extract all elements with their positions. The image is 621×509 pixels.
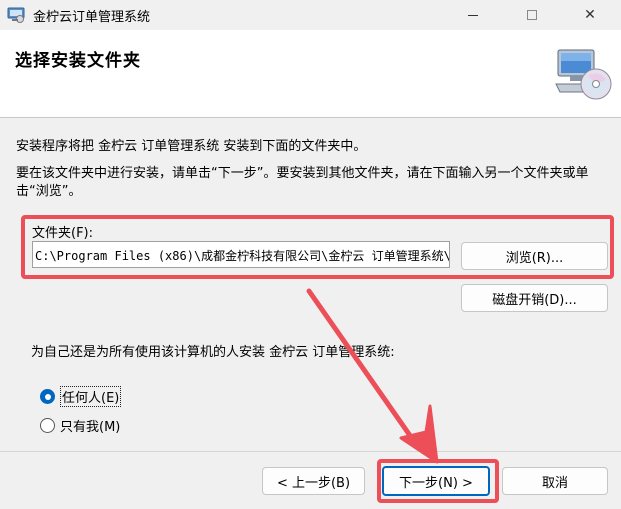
radio-just-me[interactable]: 只有我(M)	[40, 416, 120, 435]
cancel-button[interactable]: 取消	[502, 467, 608, 495]
installer-icon	[7, 7, 25, 23]
next-button[interactable]: 下一步(N) >	[382, 466, 490, 496]
folder-label: 文件夹(F):	[32, 226, 94, 241]
instruction-text: 要在该文件夹中进行安装，请单击“下一步”。要安装到其他文件夹，请在下面输入另一个…	[16, 166, 589, 199]
footer-divider	[0, 451, 621, 452]
radio-checked-icon[interactable]	[40, 389, 55, 404]
installer-window: 金柠云订单管理系统 ✕ 选择安装文件夹 安装程序将把 金柠云 订单管理系统 安装…	[0, 0, 621, 509]
computer-cd-icon	[555, 49, 612, 100]
radio-everyone[interactable]: 任何人(E)	[40, 386, 122, 407]
minimize-button[interactable]	[450, 0, 496, 30]
disk-cost-button[interactable]: 磁盘开销(D)...	[461, 284, 608, 312]
intro-text: 安装程序将把 金柠云 订单管理系统 安装到下面的文件夹中。	[16, 139, 367, 154]
folder-path-input[interactable]: C:\Program Files (x86)\成都金柠科技有限公司\金柠云 订单…	[32, 241, 450, 268]
page-title: 选择安装文件夹	[15, 51, 141, 71]
radio-just-me-label: 只有我(M)	[60, 420, 121, 435]
install-scope-text: 为自己还是为所有使用该计算机的人安装 金柠云 订单管理系统:	[31, 345, 395, 360]
radio-unchecked-icon[interactable]	[40, 418, 55, 433]
close-button[interactable]: ✕	[567, 0, 613, 30]
minimize-icon	[468, 14, 478, 16]
maximize-button[interactable]	[509, 0, 555, 30]
back-button[interactable]: < 上一步(B)	[262, 467, 365, 495]
window-title: 金柠云订单管理系统	[33, 10, 151, 25]
radio-everyone-label: 任何人(E)	[60, 386, 122, 407]
title-bar: 金柠云订单管理系统 ✕	[0, 0, 621, 30]
wizard-header: 选择安装文件夹	[0, 30, 621, 118]
close-icon: ✕	[584, 7, 596, 23]
maximize-icon	[527, 10, 537, 20]
browse-button[interactable]: 浏览(R)...	[461, 242, 608, 270]
